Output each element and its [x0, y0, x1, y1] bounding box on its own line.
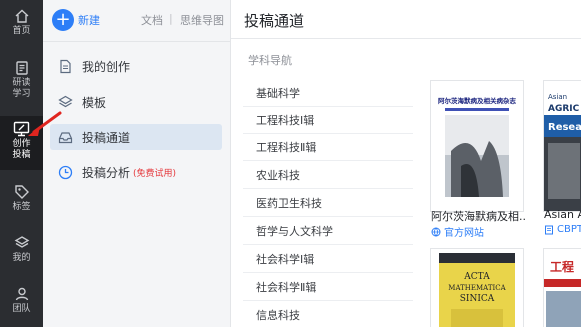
rail-label-tag: 标签: [12, 202, 31, 212]
category-item[interactable]: 社会科学Ⅰ辑: [243, 246, 413, 273]
svg-text:工程: 工程: [550, 259, 574, 274]
study-icon: [15, 61, 28, 75]
layers-icon: [58, 95, 73, 107]
rail-item-home[interactable]: 首页: [0, 8, 43, 44]
doc-icon: [60, 59, 71, 73]
new-label[interactable]: 新建: [78, 12, 100, 28]
menu-label-submission-analysis: 投稿分析: [82, 165, 131, 180]
svg-text:MATHEMATICA: MATHEMATICA: [448, 284, 506, 292]
menu-item-my-creation[interactable]: 我的创作: [50, 53, 222, 79]
menu-item-template[interactable]: 模板: [50, 89, 222, 115]
journal-card-4[interactable]: 工程: [543, 248, 581, 327]
journal-link-1[interactable]: 官方网站: [431, 224, 484, 239]
journal-cover-4: 工程: [544, 249, 581, 327]
journal-card-3[interactable]: ACTA MATHEMATICA SINICA: [430, 248, 524, 327]
svg-text:Resea: Resea: [548, 122, 581, 133]
doc-tab[interactable]: 文档: [141, 12, 163, 28]
category-item[interactable]: 基础科学: [243, 80, 413, 107]
category-item[interactable]: 哲学与人文科学: [243, 218, 413, 245]
journal-card-2[interactable]: Asian AGRIC Resea: [543, 80, 581, 212]
subject-nav-heading: 学科导航: [248, 54, 292, 67]
app-window: 首页 研读 学习 创作 投稿 标签 我的 团队 + 新建 文档 | 思维导图 我…: [0, 0, 581, 327]
journal-cover-2: Asian AGRIC Resea: [544, 81, 581, 211]
journal-link-2[interactable]: CBPT: [544, 224, 581, 235]
menu-label-my-creation: 我的创作: [82, 59, 131, 74]
menu-label-template: 模板: [82, 95, 107, 110]
rail-label-team: 团队: [12, 304, 31, 314]
svg-text:Asian: Asian: [548, 93, 567, 101]
category-item[interactable]: 信息科技: [243, 302, 413, 327]
rail-item-tag[interactable]: 标签: [0, 184, 43, 220]
annotation-arrow: [28, 111, 62, 136]
team-icon: [15, 287, 28, 301]
journal-card-1[interactable]: 阿尔茨海默病及相关病杂志: [430, 80, 524, 212]
page-title: 投稿通道: [244, 12, 305, 30]
creation-panel: + 新建 文档 | 思维导图 我的创作 模板 投稿通道 投稿分析 (免费试用): [43, 0, 231, 327]
layers-icon: [14, 236, 29, 248]
journal-name-1[interactable]: 阿尔茨海默病及相...: [431, 208, 526, 224]
book-icon: [545, 225, 553, 234]
home-icon: [15, 9, 28, 23]
menu-label-submission-channel: 投稿通道: [82, 130, 131, 145]
svg-text:AGRIC: AGRIC: [548, 104, 580, 114]
category-item[interactable]: 社会科学Ⅱ辑: [243, 274, 413, 301]
journal-cover-title-1: 阿尔茨海默病及相关病杂志: [438, 96, 517, 105]
tag-icon: [14, 185, 29, 199]
category-item[interactable]: 农业科技: [243, 162, 413, 189]
globe-icon: [431, 227, 441, 237]
svg-text:SINICA: SINICA: [460, 294, 495, 304]
rail-item-study[interactable]: 研读 学习: [0, 60, 43, 104]
left-rail: 首页 研读 学习 创作 投稿 标签 我的 团队: [0, 0, 43, 327]
journal-link-label-1: 官方网站: [444, 228, 484, 239]
rail-label-home: 首页: [12, 26, 31, 36]
rail-label-create: 创作 投稿: [12, 139, 31, 160]
journal-cover-3: ACTA MATHEMATICA SINICA: [439, 253, 515, 327]
category-item[interactable]: 工程科技Ⅱ辑: [243, 134, 413, 161]
title-divider: [231, 38, 581, 39]
clock-icon: [58, 165, 73, 179]
category-item[interactable]: 医药卫生科技: [243, 190, 413, 217]
rail-label-mine: 我的: [12, 253, 31, 263]
rail-label-study: 研读 学习: [12, 78, 31, 99]
mindmap-tab[interactable]: 思维导图: [180, 12, 224, 28]
journal-cover-1: 阿尔茨海默病及相关病杂志: [437, 85, 517, 207]
menu-item-submission-analysis[interactable]: 投稿分析 (免费试用): [50, 159, 222, 185]
svg-text:ACTA: ACTA: [463, 272, 490, 282]
new-button[interactable]: +: [52, 9, 74, 31]
journal-name-2[interactable]: Asian A: [544, 208, 581, 221]
rail-item-team[interactable]: 团队: [0, 286, 43, 324]
free-trial-tag: (免费试用): [133, 168, 177, 179]
menu-item-submission-channel[interactable]: 投稿通道: [50, 124, 222, 150]
toolbar-separator: |: [169, 12, 173, 25]
category-item[interactable]: 工程科技Ⅰ辑: [243, 107, 413, 134]
panel-divider: [43, 41, 231, 42]
creation-toolbar: + 新建 文档 | 思维导图: [43, 0, 231, 40]
submission-content: 投稿通道 学科导航 基础科学 工程科技Ⅰ辑 工程科技Ⅱ辑 农业科技 医药卫生科技…: [231, 0, 581, 327]
rail-item-mine[interactable]: 我的: [0, 235, 43, 271]
journal-link-label-2: CBPT: [557, 224, 581, 235]
